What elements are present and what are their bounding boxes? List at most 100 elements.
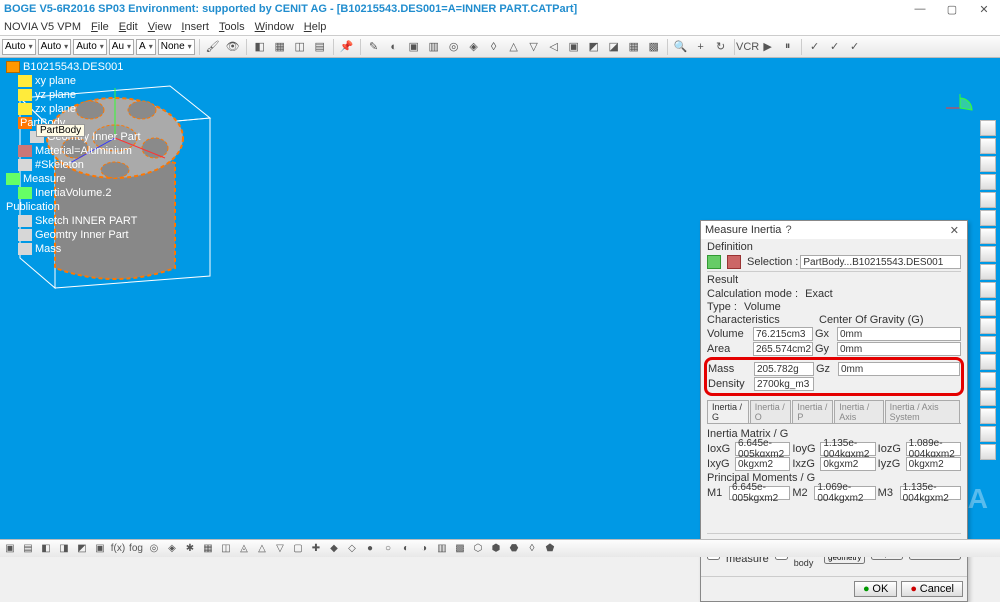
select-auto-1[interactable]: Auto [2, 39, 36, 55]
menu-app[interactable]: NOVIA V5 VPM [4, 21, 81, 33]
tool7-icon[interactable]: ◊ [485, 38, 503, 56]
rtool-icon[interactable] [980, 228, 996, 244]
tree-yz-plane[interactable]: yz plane [18, 88, 142, 102]
tree-zx-plane[interactable]: zx plane [18, 102, 142, 116]
b-icon[interactable]: ◎ [146, 541, 162, 557]
view1-icon[interactable]: 🔍 [672, 38, 690, 56]
tool3-icon[interactable]: ▣ [405, 38, 423, 56]
chk2-icon[interactable]: ✓ [826, 38, 844, 56]
mass-field[interactable]: 205.782g [754, 362, 814, 376]
tool13-icon[interactable]: ◪ [605, 38, 623, 56]
rtool-icon[interactable] [980, 192, 996, 208]
tab-inertia-g[interactable]: Inertia / G [707, 400, 749, 423]
menu-view[interactable]: View [148, 21, 172, 33]
shade-icon[interactable]: ▤ [311, 38, 329, 56]
m3-field[interactable]: 1.135e-004kgxm2 [900, 486, 961, 500]
b-icon[interactable]: ▣ [92, 541, 108, 557]
rtool-icon[interactable] [980, 246, 996, 262]
b-icon[interactable]: ▣ [2, 541, 18, 557]
view3-icon[interactable]: ↻ [712, 38, 730, 56]
ok-button[interactable]: ● OK [854, 581, 897, 597]
b-icon[interactable]: ● [362, 541, 378, 557]
b-icon[interactable]: ◊ [524, 541, 540, 557]
gy-field[interactable]: 0mm [837, 342, 961, 356]
menu-edit[interactable]: Edit [119, 21, 138, 33]
tree-inertia[interactable]: InertiaVolume.2 [18, 186, 142, 200]
b-icon[interactable]: ✚ [308, 541, 324, 557]
b-icon[interactable]: ◫ [218, 541, 234, 557]
b-icon[interactable]: ✱ [182, 541, 198, 557]
tab-inertia-axissys[interactable]: Inertia / Axis System [885, 400, 960, 423]
tool10-icon[interactable]: ◁ [545, 38, 563, 56]
rtool-icon[interactable] [980, 444, 996, 460]
gx-field[interactable]: 0mm [837, 327, 961, 341]
ixzg-field[interactable]: 0kgxm2 [820, 457, 875, 471]
volume-field[interactable]: 76.215cm3 [753, 327, 813, 341]
selection-icon[interactable] [707, 255, 721, 269]
view2-icon[interactable]: + [692, 38, 710, 56]
rtool-icon[interactable] [980, 390, 996, 406]
b-icon[interactable]: ◆ [326, 541, 342, 557]
chk1-icon[interactable]: ✓ [806, 38, 824, 56]
menu-tools[interactable]: Tools [219, 21, 245, 33]
dialog-help-button[interactable]: ? [781, 224, 795, 236]
b-icon[interactable]: ▽ [272, 541, 288, 557]
rtool-icon[interactable] [980, 300, 996, 316]
rtool-icon[interactable] [980, 354, 996, 370]
rtool-icon[interactable] [980, 210, 996, 226]
b-icon[interactable]: ◧ [38, 541, 54, 557]
rtool-icon[interactable] [980, 174, 996, 190]
b-icon[interactable]: ◬ [236, 541, 252, 557]
b-icon[interactable]: ⬢ [488, 541, 504, 557]
b-icon[interactable]: ▩ [452, 541, 468, 557]
select-auto-3[interactable]: Auto [73, 39, 107, 55]
chk3-icon[interactable]: ✓ [846, 38, 864, 56]
select-au[interactable]: Au [109, 39, 134, 55]
eye-icon[interactable]: 👁 [224, 38, 242, 56]
tree-mass[interactable]: Mass [18, 242, 142, 256]
tree-publication[interactable]: Publication [6, 200, 142, 214]
b-icon[interactable]: ▤ [20, 541, 36, 557]
b-icon[interactable]: ◈ [164, 541, 180, 557]
area-field[interactable]: 265.574cm2 [753, 342, 813, 356]
rtool-icon[interactable] [980, 336, 996, 352]
tree-material[interactable]: Material=Aluminium [18, 144, 142, 158]
rtool-icon[interactable] [980, 156, 996, 172]
tool2-icon[interactable]: ◐ [385, 38, 403, 56]
b-icon[interactable]: ▢ [290, 541, 306, 557]
rtool-icon[interactable] [980, 138, 996, 154]
b-icon[interactable]: ○ [380, 541, 396, 557]
b-icon[interactable]: ◨ [56, 541, 72, 557]
close-button[interactable]: ✕ [972, 1, 996, 17]
rtool-icon[interactable] [980, 426, 996, 442]
b-icon[interactable]: △ [254, 541, 270, 557]
b-icon[interactable]: ⬡ [470, 541, 486, 557]
tree-geom2[interactable]: Geomtry Inner Part [18, 228, 142, 242]
draw-icon[interactable]: ✎ [365, 38, 383, 56]
b-icon[interactable]: ⬣ [506, 541, 522, 557]
menu-window[interactable]: Window [255, 21, 294, 33]
ixyg-field[interactable]: 0kgxm2 [735, 457, 790, 471]
m1-field[interactable]: 6.645e-005kgxm2 [729, 486, 790, 500]
rtool-icon[interactable] [980, 264, 996, 280]
tab-inertia-axis[interactable]: Inertia / Axis [834, 400, 883, 423]
tool5-icon[interactable]: ◎ [445, 38, 463, 56]
cancel-button[interactable]: ● Cancel [901, 581, 963, 597]
rtool-icon[interactable] [980, 408, 996, 424]
rtool-icon[interactable] [980, 372, 996, 388]
tree-root[interactable]: B10215543.DES001 [6, 60, 142, 74]
b-icon[interactable]: ◑ [416, 541, 432, 557]
b-fog-icon[interactable]: fog [128, 541, 144, 557]
maximize-button[interactable]: ▢ [940, 1, 964, 17]
tree-skeleton[interactable]: #Skeleton [18, 158, 142, 172]
tool8-icon[interactable]: △ [505, 38, 523, 56]
density-field[interactable]: 2700kg_m3 [754, 377, 814, 391]
b-icon[interactable]: ▥ [434, 541, 450, 557]
rtool-icon[interactable] [980, 282, 996, 298]
iozg-field[interactable]: 1.089e-004kgxm2 [906, 442, 961, 456]
pause-icon[interactable]: ⏸ [779, 38, 797, 56]
wire-icon[interactable]: ◫ [291, 38, 309, 56]
rtool-icon[interactable] [980, 120, 996, 136]
b-icon[interactable]: ▦ [200, 541, 216, 557]
b-icon[interactable]: ◐ [398, 541, 414, 557]
